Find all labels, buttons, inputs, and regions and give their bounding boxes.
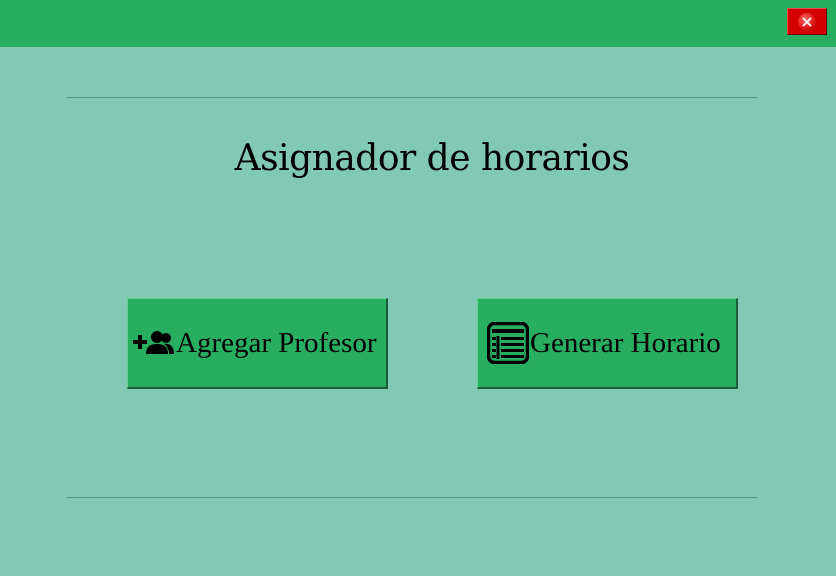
bottom-divider <box>67 497 757 498</box>
close-icon <box>798 13 816 31</box>
add-teacher-label: Agregar Profesor <box>176 326 377 359</box>
add-teacher-button[interactable]: Agregar Profesor <box>127 298 388 389</box>
generate-schedule-button[interactable]: Generar Horario <box>477 298 738 389</box>
close-button[interactable] <box>787 8 827 35</box>
table-list-icon <box>487 322 529 364</box>
generate-schedule-label: Generar Horario <box>530 326 721 359</box>
page-title: Asignador de horarios <box>234 138 630 179</box>
window-titlebar[interactable] <box>0 0 836 47</box>
top-divider <box>67 97 757 98</box>
add-user-group-icon <box>133 330 175 356</box>
